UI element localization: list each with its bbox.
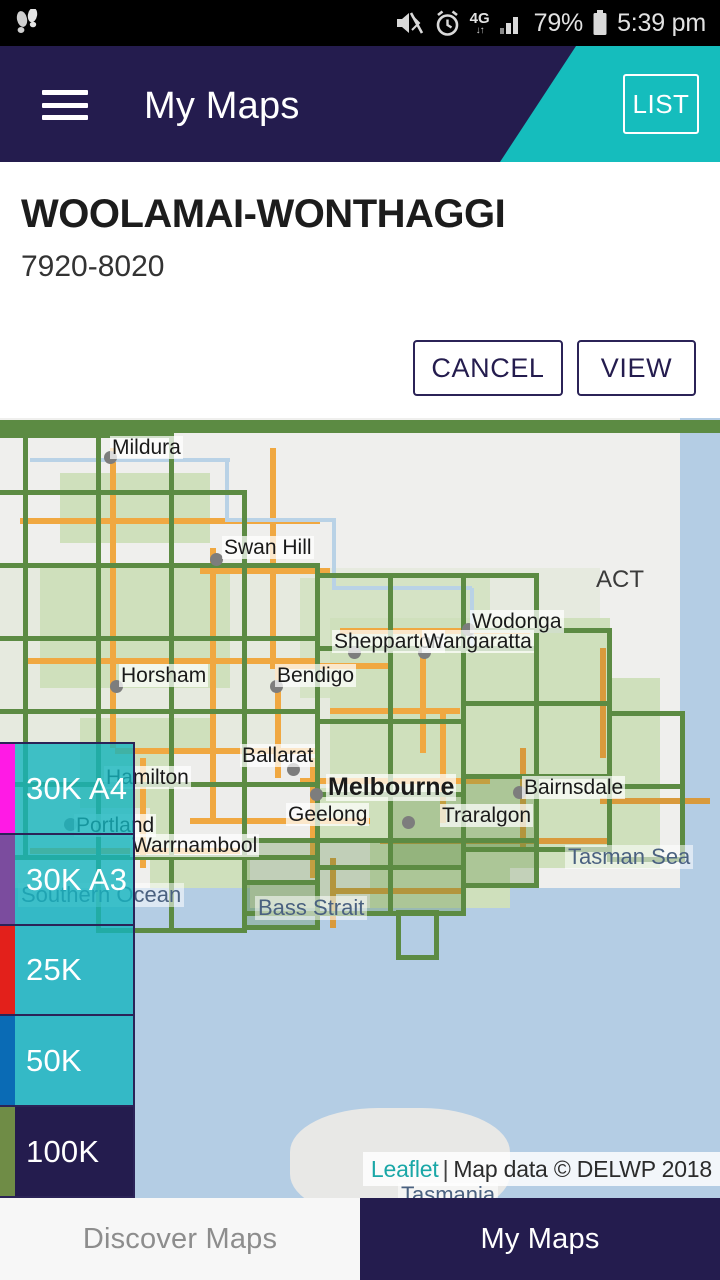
map-code-subtitle: 7920-8020 (21, 250, 165, 283)
leaflet-link[interactable]: Leaflet (371, 1156, 439, 1183)
map-grid-cell[interactable] (23, 490, 101, 568)
legend-item-30k-a4[interactable]: 30K A4 (0, 744, 133, 835)
data-arrows-icon: ↓↑ (475, 24, 485, 36)
map-city-label: Mildura (110, 436, 183, 459)
alarm-clock-icon (436, 9, 458, 36)
legend-item-label: 100K (26, 1134, 100, 1170)
legend-color-swatch (0, 834, 15, 924)
tab-discover-maps[interactable]: Discover Maps (0, 1198, 360, 1280)
map-city-label: Ballarat (240, 744, 316, 767)
map-grid-cell[interactable] (534, 628, 612, 706)
map-grid-cell[interactable] (23, 563, 101, 641)
map-sea-label: Bass Strait (255, 896, 368, 920)
legend-item-label: 30K A3 (26, 861, 128, 897)
cancel-button[interactable]: CANCEL (413, 340, 563, 396)
legend-item-25k[interactable]: 25K (0, 925, 133, 1017)
network-label: 4G (469, 9, 490, 27)
tab-my-maps[interactable]: My Maps (360, 1198, 720, 1280)
legend-item-50k[interactable]: 50K (0, 1016, 133, 1108)
app-bar: My Maps LIST (0, 46, 720, 162)
mute-vibrate-icon (396, 12, 423, 34)
legend-color-swatch (0, 744, 15, 833)
map-grid-cell[interactable] (96, 490, 174, 568)
map-city-dot (402, 816, 415, 829)
legend-color-swatch (0, 925, 15, 1015)
bottom-navigation: Discover Maps My Maps (0, 1198, 720, 1280)
map-city-label: Bendigo (275, 664, 357, 687)
4g-data-icon: 4G ↓↑ (470, 11, 490, 36)
legend-item-label: 25K (26, 952, 82, 988)
map-grid-cell-selected[interactable] (388, 838, 466, 916)
map-grid-cell[interactable] (23, 636, 101, 714)
map-city-label: Melbourne (326, 773, 457, 801)
map-city-dot (310, 788, 323, 801)
card-action-row: CANCEL VIEW (413, 340, 696, 396)
map-name-title: WOOLAMAI-WONTHAGGI (21, 192, 506, 236)
map-city-label: Swan Hill (222, 536, 314, 559)
map-grid-cell[interactable] (169, 563, 247, 641)
hamburger-menu-icon[interactable] (42, 90, 88, 120)
legend-item-label: 50K (26, 1043, 82, 1079)
legend-item-30k-a3[interactable]: 30K A3 (0, 834, 133, 926)
app-screen: 4G ↓↑ 79% 5:39 pm My Maps LIST WOOLAMAI-… (0, 0, 720, 1280)
footsteps-icon (16, 9, 38, 33)
map-grid-cell-selected[interactable] (461, 838, 539, 888)
map-scale-legend: 30K A4 30K A3 25K 50K 100K (0, 742, 135, 1198)
map-info-card: WOOLAMAI-WONTHAGGI 7920-8020 CANCEL VIEW (0, 162, 720, 418)
map-city-label: Horsham (119, 664, 209, 687)
map-city-label: Geelong (286, 803, 370, 826)
battery-icon (593, 10, 607, 35)
map-city-label: Warrnambool (130, 834, 260, 857)
map-grid-cell[interactable] (242, 563, 320, 641)
status-bar-left (14, 9, 40, 37)
signal-bars-icon (499, 17, 518, 34)
attribution-separator: | (442, 1155, 449, 1182)
map-grid-cell[interactable] (23, 433, 101, 495)
clock-label: 5:39 pm (617, 8, 706, 37)
map-grid-cell[interactable] (534, 701, 612, 779)
map-grid-cell[interactable] (461, 701, 539, 779)
map-attribution: Leaflet | Map data © DELWP 2018 (362, 1152, 720, 1186)
view-button[interactable]: VIEW (577, 340, 696, 396)
map-city-label: Wangaratta (422, 630, 534, 653)
legend-color-swatch (0, 1107, 15, 1196)
map-sea-label: Tasman Sea (565, 845, 694, 869)
map-city-label: Wodonga (470, 610, 564, 633)
map-city-label: Bairnsdale (522, 776, 626, 799)
status-bar: 4G ↓↑ 79% 5:39 pm (0, 0, 720, 46)
map-grid-cell[interactable] (96, 563, 174, 641)
legend-color-swatch (0, 1016, 15, 1106)
battery-percent-label: 79% (533, 8, 584, 37)
map-grid-cell[interactable] (396, 910, 439, 960)
legend-item-100k[interactable]: 100K (0, 1107, 133, 1196)
map-city-label: Traralgon (440, 804, 534, 827)
map-grid-top-edge (0, 420, 720, 433)
page-title: My Maps (144, 85, 300, 127)
status-bar-right: 4G ↓↑ 79% 5:39 pm (395, 8, 706, 37)
map-state-label: ACT (596, 566, 644, 593)
attribution-text: Map data © DELWP 2018 (453, 1155, 712, 1182)
legend-item-label: 30K A4 (26, 770, 128, 806)
list-button[interactable]: LIST (623, 74, 699, 134)
